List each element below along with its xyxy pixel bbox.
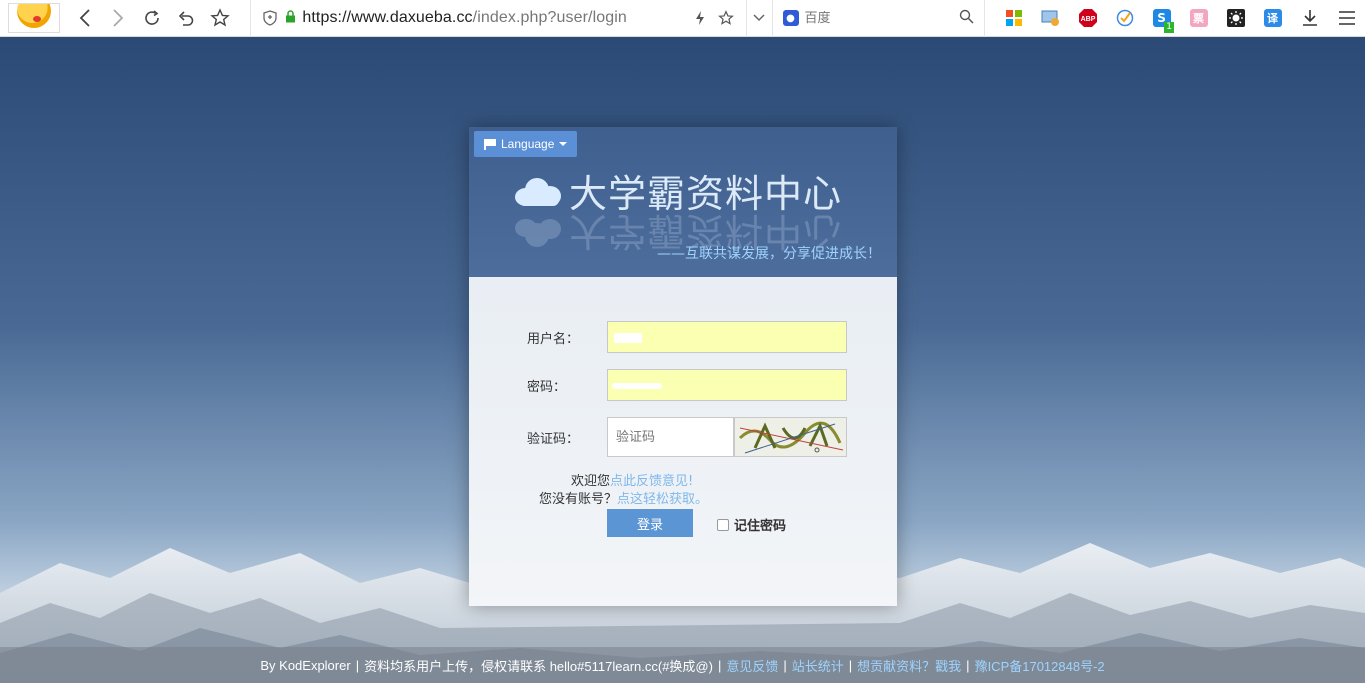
translate-label: 译 bbox=[1263, 9, 1282, 27]
screenshot-tool-icon[interactable] bbox=[1032, 0, 1069, 36]
undo-icon[interactable] bbox=[169, 0, 203, 36]
address-bar[interactable]: https://www.daxueba.cc/index.php?user/lo… bbox=[250, 0, 747, 37]
url-text[interactable]: https://www.daxueba.cc/index.php?user/lo… bbox=[302, 9, 627, 27]
download-icon[interactable] bbox=[1291, 0, 1328, 36]
adblock-label: ABP bbox=[1080, 16, 1095, 23]
page-background: Language 大学霸资料中心 大学霸资料中心 ——互联共谋发展，分享促进成长… bbox=[0, 37, 1365, 683]
ticket-extension-icon[interactable]: 票 bbox=[1180, 0, 1217, 36]
search-icon[interactable] bbox=[959, 9, 974, 28]
url-host: https://www.daxueba.cc bbox=[302, 9, 473, 26]
login-card: Language 大学霸资料中心 大学霸资料中心 ——互联共谋发展，分享促进成长… bbox=[469, 127, 897, 606]
captcha-image[interactable] bbox=[734, 417, 847, 457]
password-masked-value bbox=[612, 383, 662, 389]
browser-toolbar: https://www.daxueba.cc/index.php?user/lo… bbox=[0, 0, 1365, 37]
tagline: ——互联共谋发展，分享促进成长！ bbox=[657, 246, 881, 262]
captcha-label: 验证码： bbox=[527, 431, 580, 447]
s-extension-icon[interactable]: S 1 bbox=[1143, 0, 1180, 36]
shield-icon[interactable] bbox=[263, 10, 278, 26]
welcome-text: 欢迎您 bbox=[571, 474, 611, 489]
remember-label: 记住密码 bbox=[734, 519, 787, 534]
username-masked-value bbox=[614, 333, 642, 343]
language-label: Language bbox=[501, 137, 555, 151]
help-links: 欢迎您点此反馈意见! 您没有账号？点这轻松获取。 bbox=[539, 473, 708, 509]
get-account-link[interactable]: 点这轻松获取。 bbox=[617, 492, 708, 507]
no-account-text: 您没有账号？ bbox=[539, 492, 618, 507]
reload-icon[interactable] bbox=[135, 0, 169, 36]
footer-contribute-link[interactable]: 想贡献资料？戳我 bbox=[857, 656, 961, 675]
password-label: 密码： bbox=[527, 379, 567, 395]
page-footer: By KodExplorer | 资料均系用户上传，侵权请联系 hello#51… bbox=[0, 647, 1365, 683]
url-path: /index.php?user/login bbox=[472, 9, 627, 26]
captcha-input[interactable] bbox=[607, 417, 734, 457]
lock-icon bbox=[285, 10, 296, 26]
ticket-extension-label: 票 bbox=[1189, 9, 1208, 27]
captcha-row: 验证码： bbox=[527, 417, 847, 457]
menu-hamburger-icon[interactable] bbox=[1328, 0, 1365, 36]
username-label: 用户名： bbox=[527, 331, 580, 347]
avatar-face-icon bbox=[16, 4, 51, 28]
adblock-icon[interactable]: ABP bbox=[1069, 0, 1106, 36]
password-row: 密码： bbox=[527, 369, 847, 401]
search-box[interactable]: ● bbox=[773, 0, 986, 37]
bookmark-star-icon[interactable] bbox=[203, 0, 237, 36]
baidu-paw-icon: ● bbox=[782, 10, 799, 26]
translate-icon[interactable]: 译 bbox=[1254, 0, 1291, 36]
extension-badge: 1 bbox=[1164, 22, 1175, 33]
caret-down-icon bbox=[559, 142, 568, 146]
extensions-bar: ABP S 1 票 译 bbox=[995, 0, 1365, 36]
feedback-link[interactable]: 点此反馈意见! bbox=[610, 474, 693, 489]
password-field[interactable] bbox=[607, 369, 847, 401]
footer-feedback-link[interactable]: 意见反馈 bbox=[726, 656, 778, 675]
footer-stats-link[interactable]: 站长统计 bbox=[792, 656, 844, 675]
user-avatar[interactable] bbox=[8, 3, 60, 33]
brightness-icon[interactable] bbox=[1217, 0, 1254, 36]
login-form: 用户名： 密码： 验证码： 验证码 欢迎您点此反馈意见! 您没有账号？点这轻松获… bbox=[469, 277, 897, 606]
lightning-icon[interactable] bbox=[694, 10, 706, 26]
url-dropdown-chevron-icon[interactable] bbox=[747, 0, 773, 37]
apps-grid-icon[interactable] bbox=[995, 0, 1032, 36]
favorite-star-icon[interactable] bbox=[717, 10, 734, 26]
username-row: 用户名： bbox=[527, 321, 847, 353]
language-dropdown-button[interactable]: Language bbox=[474, 131, 578, 157]
footer-by: By KodExplorer bbox=[260, 657, 351, 673]
search-input[interactable] bbox=[804, 10, 955, 26]
back-icon[interactable] bbox=[68, 0, 102, 36]
card-header: Language 大学霸资料中心 大学霸资料中心 ——互联共谋发展，分享促进成长… bbox=[469, 127, 897, 277]
login-button[interactable]: 登录 bbox=[607, 509, 693, 537]
remember-password[interactable]: 记住密码 bbox=[717, 515, 786, 534]
flag-icon bbox=[484, 139, 496, 150]
cloud-icon bbox=[515, 176, 561, 206]
footer-icp-link[interactable]: 豫ICP备17012848号-2 bbox=[975, 656, 1105, 675]
remember-checkbox[interactable] bbox=[717, 518, 729, 531]
forward-icon[interactable] bbox=[101, 0, 135, 36]
footer-notice: 资料均系用户上传，侵权请联系 hello#5117learn.cc(#换成@) bbox=[364, 658, 713, 674]
username-field[interactable] bbox=[607, 321, 847, 353]
checkmark-extension-icon[interactable] bbox=[1106, 0, 1143, 36]
